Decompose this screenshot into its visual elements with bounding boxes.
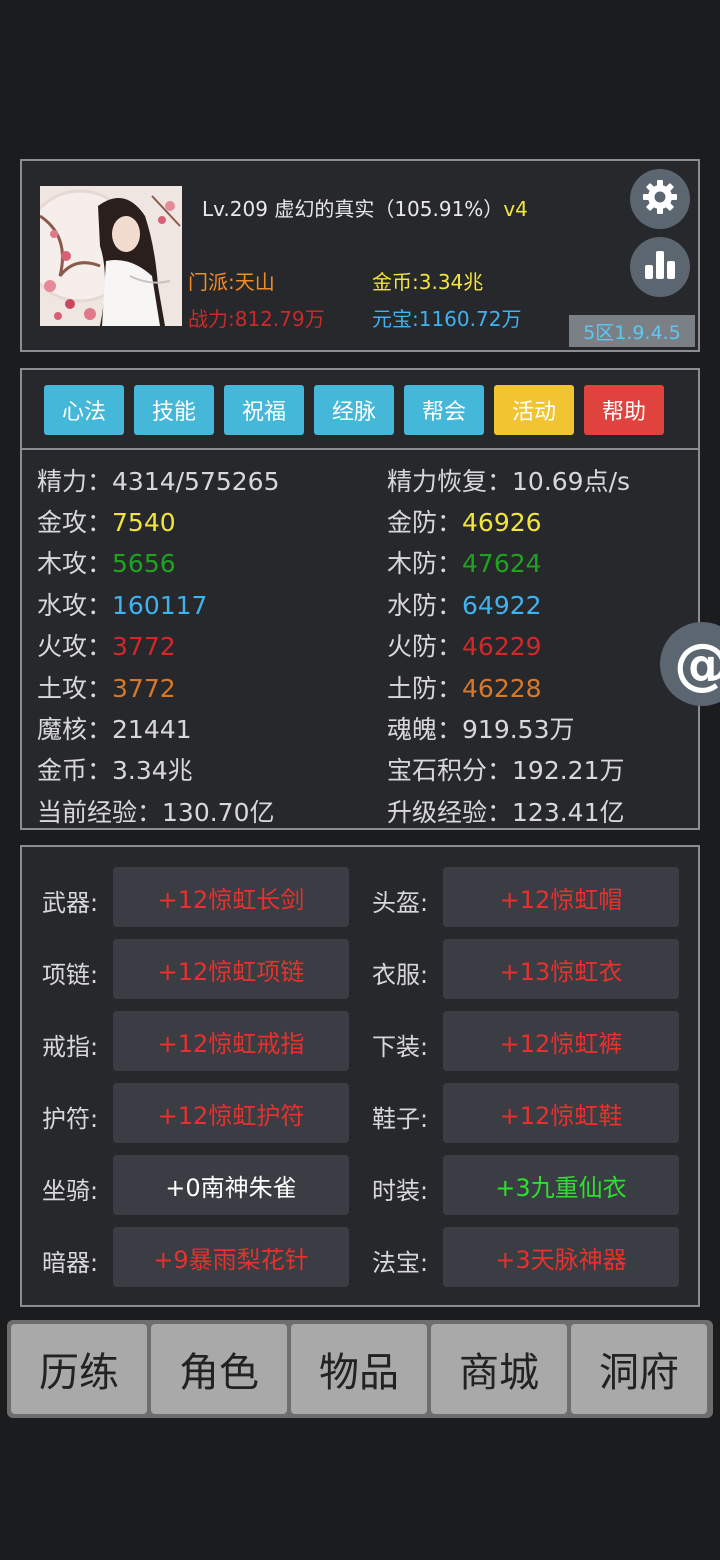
tab-help[interactable]: 帮助: [584, 385, 664, 435]
stat-fire-attack: 火攻：3772: [37, 632, 176, 661]
equip-shoes[interactable]: +12惊虹鞋: [443, 1083, 679, 1143]
tab-events[interactable]: 活动: [494, 385, 574, 435]
equip-clothes[interactable]: +13惊虹衣: [443, 939, 679, 999]
slot-label-helmet: 头盔:: [372, 889, 429, 917]
slot-label-treasure: 法宝:: [372, 1249, 429, 1277]
equip-necklace[interactable]: +12惊虹项链: [113, 939, 349, 999]
equip-pants[interactable]: +12惊虹裤: [443, 1011, 679, 1071]
settings-button[interactable]: [630, 169, 690, 229]
tab-blessing[interactable]: 祝福: [224, 385, 304, 435]
tab-meridians[interactable]: 经脉: [314, 385, 394, 435]
stat-soul: 魂魄：919.53万: [387, 715, 575, 744]
stat-metal-attack: 金攻：7540: [37, 508, 176, 537]
ingot-amount: 元宝:1160.72万: [372, 307, 522, 331]
slot-label-necklace: 项链:: [42, 961, 99, 989]
nav-shop[interactable]: 商城: [431, 1324, 567, 1414]
gold-amount: 金币:3.34兆: [372, 270, 484, 294]
stat-demon-core: 魔核：21441: [37, 715, 192, 744]
version-badge: v4: [503, 197, 528, 221]
tab-bar: 心法 技能 祝福 经脉 帮会 活动 帮助: [22, 370, 698, 450]
rankings-button[interactable]: [630, 237, 690, 297]
equip-helmet[interactable]: +12惊虹帽: [443, 867, 679, 927]
tab-mental-method[interactable]: 心法: [44, 385, 124, 435]
slot-label-weapon: 武器:: [42, 889, 99, 917]
stat-energy: 精力：4314/575265: [37, 467, 280, 496]
stat-gold: 金币：3.34兆: [37, 756, 193, 785]
stat-current-exp: 当前经验：130.70亿: [37, 798, 275, 827]
equip-ring[interactable]: +12惊虹戒指: [113, 1011, 349, 1071]
slot-label-pants: 下装:: [372, 1033, 429, 1061]
slot-label-shoes: 鞋子:: [372, 1105, 429, 1133]
nav-character[interactable]: 角色: [151, 1324, 287, 1414]
tab-guild[interactable]: 帮会: [404, 385, 484, 435]
combat-power: 战力:812.79万: [188, 307, 325, 331]
equip-fashion[interactable]: +3九重仙衣: [443, 1155, 679, 1215]
stat-energy-regen: 精力恢复：10.69点/s: [387, 467, 631, 496]
character-portrait[interactable]: [40, 186, 182, 326]
stat-earth-attack: 土攻：3772: [37, 674, 176, 703]
stat-fire-defense: 火防：46229: [387, 632, 542, 661]
stat-metal-defense: 金防：46926: [387, 508, 542, 537]
equip-amulet[interactable]: +12惊虹护符: [113, 1083, 349, 1143]
slot-label-hidden-weapon: 暗器:: [42, 1249, 99, 1277]
stat-earth-defense: 土防：46228: [387, 674, 542, 703]
nav-training[interactable]: 历练: [11, 1324, 147, 1414]
gear-icon: [640, 177, 680, 221]
bottom-nav: 历练 角色 物品 商城 洞府: [7, 1320, 713, 1418]
stat-wood-attack: 木攻：5656: [37, 549, 176, 578]
stat-water-defense: 水防：64922: [387, 591, 542, 620]
character-header: Lv.209 虚幻的真实（105.91%）v4 门派:天山 战力:812.79万…: [20, 159, 700, 352]
stats-panel: 心法 技能 祝福 经脉 帮会 活动 帮助 精力：4314/575265 金攻：7…: [20, 368, 700, 830]
equip-treasure[interactable]: +3天脉神器: [443, 1227, 679, 1287]
character-title: Lv.209 虚幻的真实（105.91%）v4: [202, 193, 528, 222]
tab-skills[interactable]: 技能: [134, 385, 214, 435]
stat-levelup-exp: 升级经验：123.41亿: [387, 798, 625, 827]
level-name: Lv.209 虚幻的真实（105.91%）: [202, 197, 504, 221]
equip-mount[interactable]: +0南神朱雀: [113, 1155, 349, 1215]
at-icon: @: [674, 632, 720, 697]
equip-weapon[interactable]: +12惊虹长剑: [113, 867, 349, 927]
slot-label-ring: 戒指:: [42, 1033, 99, 1061]
equipment-panel: 武器: +12惊虹长剑 头盔: +12惊虹帽 项链: +12惊虹项链 衣服: +…: [20, 845, 700, 1307]
equip-hidden-weapon[interactable]: +9暴雨梨花针: [113, 1227, 349, 1287]
sect-label: 门派:天山: [188, 270, 275, 294]
slot-label-clothes: 衣服:: [372, 961, 429, 989]
slot-label-amulet: 护符:: [42, 1105, 99, 1133]
stat-water-attack: 水攻：160117: [37, 591, 208, 620]
nav-items[interactable]: 物品: [291, 1324, 427, 1414]
slot-label-mount: 坐骑:: [42, 1177, 99, 1205]
nav-cave[interactable]: 洞府: [571, 1324, 707, 1414]
slot-label-fashion: 时装:: [372, 1177, 429, 1205]
stat-wood-defense: 木防：47624: [387, 549, 542, 578]
bar-chart-icon: [640, 245, 680, 289]
stat-gem-points: 宝石积分：192.21万: [387, 756, 625, 785]
server-version: 5区1.9.4.5: [569, 315, 695, 347]
